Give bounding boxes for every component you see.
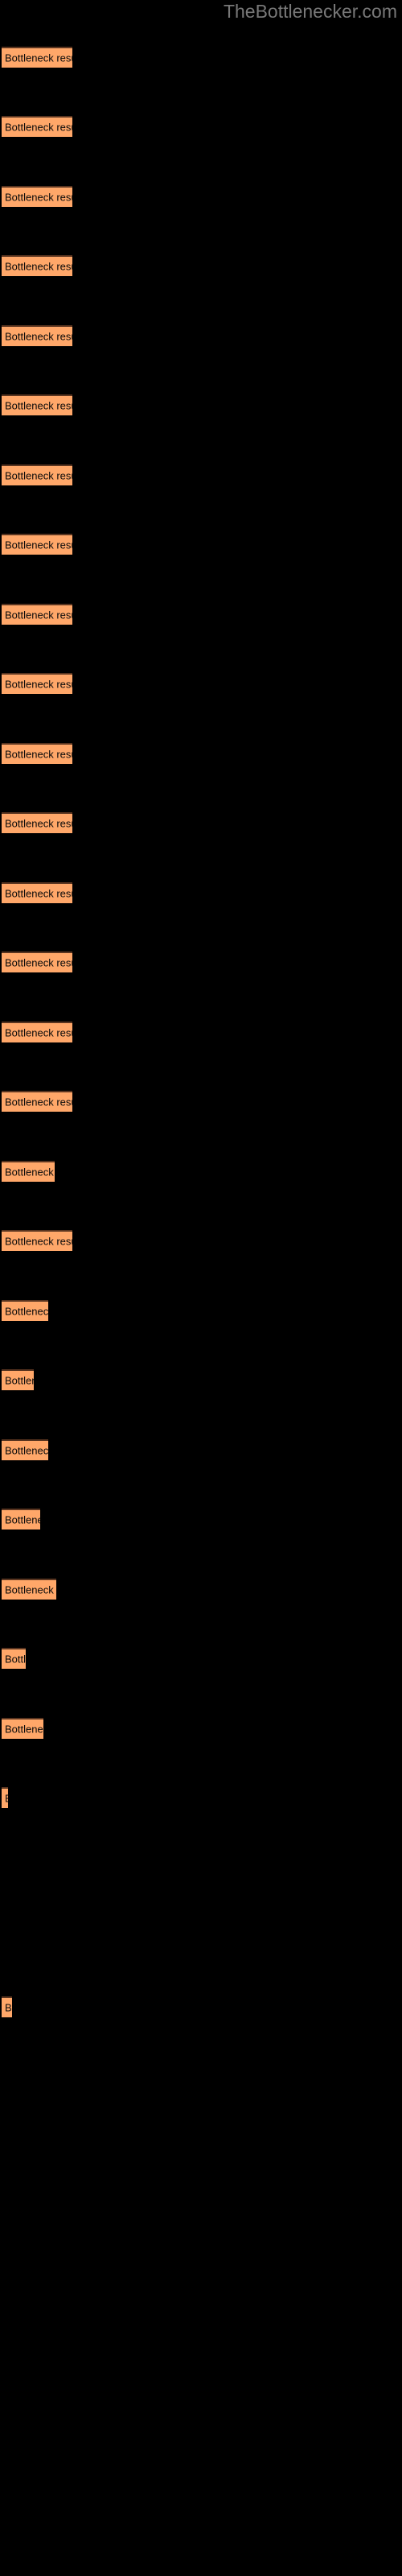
bar-label: Bottleneck result <box>5 887 72 900</box>
bar-label: Bottleneck result <box>5 330 72 343</box>
bar-label: Bottleneck result <box>5 399 72 412</box>
bar[interactable]: Bottleneck result <box>2 1230 72 1251</box>
bar-label: Bottleneck result <box>5 539 72 551</box>
bar[interactable]: Bottleneck result <box>2 1161 55 1182</box>
bar[interactable]: Bottleneck result <box>2 1091 72 1112</box>
bar-label: Bottleneck result <box>5 678 72 691</box>
bar-label: Bottleneck result <box>5 121 72 134</box>
bar[interactable]: Bottleneck result <box>2 1022 72 1042</box>
bar-label: Bottleneck result <box>5 748 72 761</box>
bar-label: Bottleneck result <box>5 469 72 482</box>
bar-label: Bottleneck result <box>5 1583 56 1596</box>
bar-label: Bottleneck result <box>5 1096 72 1108</box>
bar-label: Bottleneck result <box>5 817 72 830</box>
bar[interactable]: Bottleneck result <box>2 952 72 972</box>
bar[interactable]: Bottleneck result <box>2 1509 40 1530</box>
bar-label: Bottleneck result <box>5 609 72 621</box>
bar-chart-canvas: TheBottlenecker.com Bottleneck result Bot… <box>0 0 402 2576</box>
bar[interactable]: Bottleneck result <box>2 116 72 137</box>
bar[interactable]: Bottleneck result <box>2 1439 48 1460</box>
bar[interactable]: Bottleneck result <box>2 1718 43 1739</box>
bar[interactable]: Bottleneck result <box>2 534 72 555</box>
bar[interactable]: Bottleneck result <box>2 1369 34 1390</box>
bar[interactable]: Bottleneck result <box>2 394 72 415</box>
bar[interactable]: Bottleneck result <box>2 1787 8 1808</box>
bar-label: Bottleneck result <box>5 1235 72 1248</box>
bar-label: Bottleneck result <box>5 1653 26 1666</box>
bar[interactable]: Bottleneck result <box>2 1579 56 1600</box>
bar-label: Bottleneck result <box>5 1723 43 1736</box>
bar[interactable]: Bottleneck result <box>2 673 72 694</box>
bar[interactable]: Bottleneck result <box>2 255 72 276</box>
bar-label: Bottleneck result <box>5 1513 40 1526</box>
bar[interactable]: Bottleneck result <box>2 1300 48 1321</box>
bar[interactable]: Bottleneck result <box>2 1996 12 2017</box>
bar[interactable]: Bottleneck result <box>2 186 72 207</box>
bar[interactable]: Bottleneck result <box>2 47 72 68</box>
bar-label: Bottleneck result <box>5 260 72 273</box>
bar-label: Bottleneck result <box>5 1793 8 1804</box>
bar[interactable]: Bottleneck result <box>2 604 72 625</box>
bar[interactable]: Bottleneck result <box>2 743 72 764</box>
bar-label: Bottleneck result <box>5 52 72 64</box>
bar[interactable]: Bottleneck result <box>2 1648 26 1669</box>
bar[interactable]: Bottleneck result <box>2 464 72 485</box>
bar[interactable]: Bottleneck result <box>2 325 72 346</box>
bar-label: Bottleneck result <box>5 1444 48 1457</box>
bar-label: Bottleneck result <box>5 1305 48 1318</box>
bar-label: Bottleneck result <box>5 956 72 969</box>
bar-label: Bottleneck result <box>5 1374 34 1387</box>
bar-label: Bottleneck result <box>5 1166 55 1179</box>
bar[interactable]: Bottleneck result <box>2 812 72 833</box>
bar-label: Bottleneck result <box>5 1026 72 1039</box>
bar-label: Bottleneck result <box>5 191 72 204</box>
bar[interactable]: Bottleneck result <box>2 882 72 903</box>
bar-label: Bottleneck result <box>5 2001 12 2014</box>
site-watermark-title: TheBottlenecker.com <box>223 1 397 22</box>
